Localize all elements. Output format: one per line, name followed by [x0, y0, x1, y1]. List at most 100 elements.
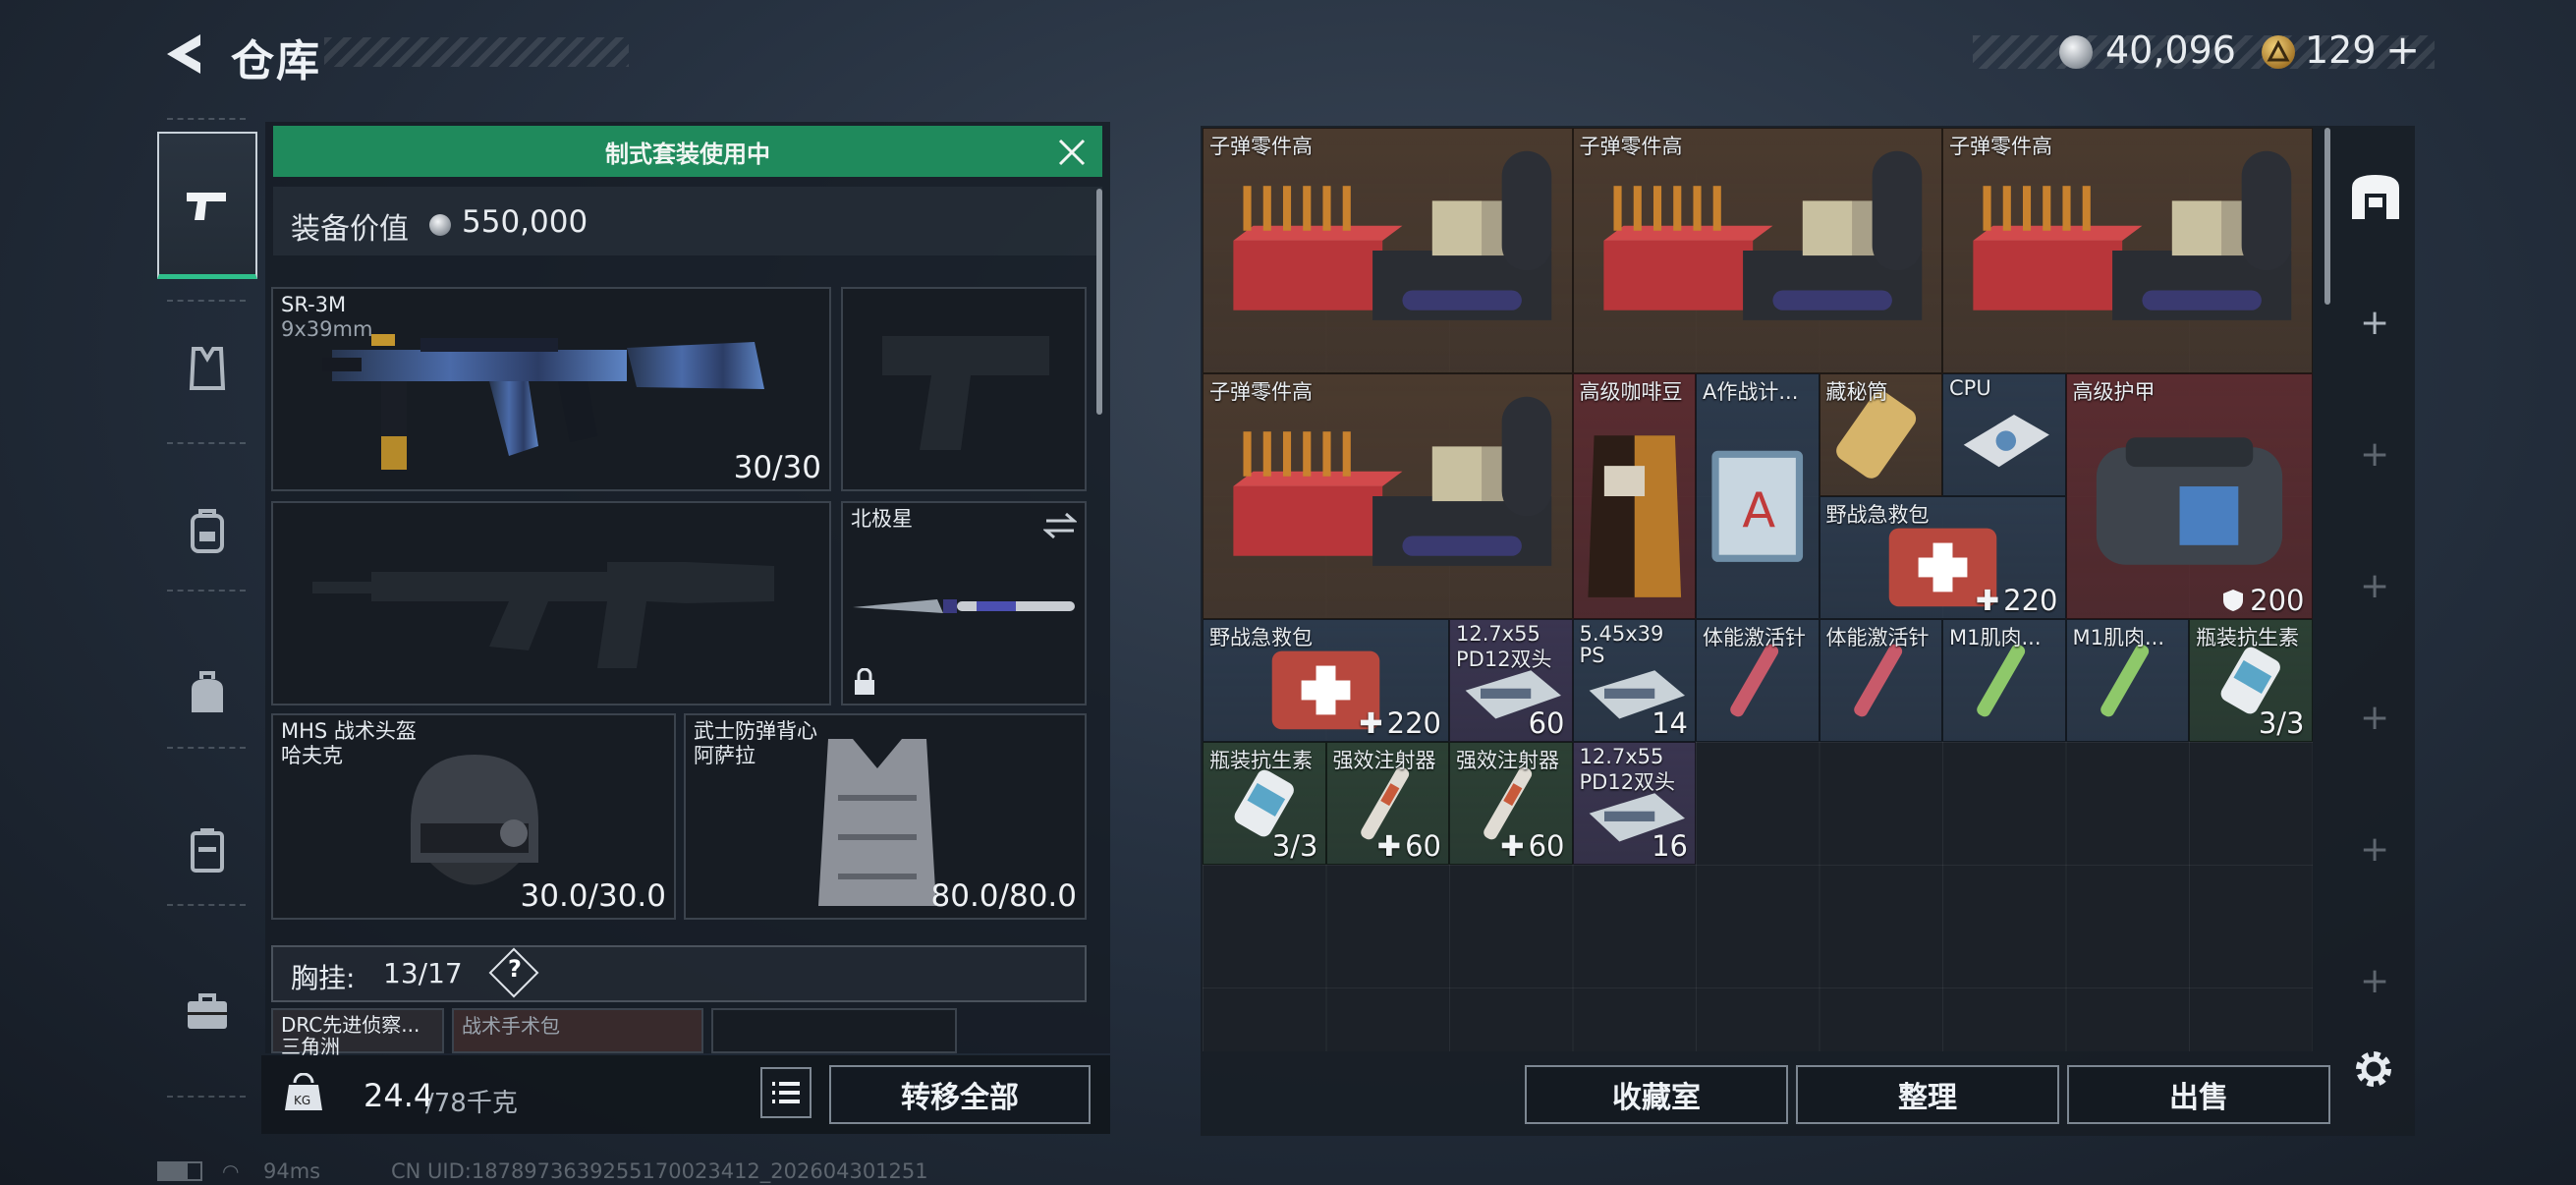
stash-item[interactable]: 强效注射器 ✚ 60 — [1449, 742, 1573, 865]
tab-bag[interactable] — [157, 619, 257, 766]
stash-item[interactable]: 高级咖啡豆 — [1572, 373, 1696, 619]
plus-icon: ✚ — [1359, 706, 1383, 740]
primary-weapon-slot[interactable]: SR-3M 9x39mm 30/30 — [271, 287, 831, 491]
stash-item[interactable]: M1肌肉... — [1942, 619, 2066, 742]
stash-item[interactable]: 强效注射器 ✚ 60 — [1325, 742, 1449, 865]
loadout-scrollbar[interactable] — [1096, 189, 1102, 415]
stash-item-name: 子弹零件高 — [1949, 135, 2052, 158]
add-page-button-3[interactable]: + — [2360, 566, 2389, 606]
stash-item-value: ✚ 60 — [1377, 829, 1441, 863]
tab-armor[interactable] — [157, 295, 257, 442]
primary-weapon-slot-2[interactable] — [271, 501, 831, 705]
stash-item-value: ✚ 220 — [1359, 706, 1441, 740]
stash-item[interactable]: 体能激活针 — [1819, 619, 1942, 742]
stash-item-name: 强效注射器 — [1332, 749, 1436, 772]
stash-item[interactable]: 藏秘筒 — [1819, 373, 1942, 496]
close-banner-button[interactable] — [1055, 136, 1089, 169]
stash-item-name: 强效注射器 — [1456, 749, 1559, 772]
stash-item-value-text: 200 — [2250, 584, 2305, 617]
stash-item-value: 60 — [1529, 706, 1565, 740]
stash-item-value: 3/3 — [1272, 829, 1318, 863]
stash-item-name: 5.45x39 — [1579, 622, 1664, 646]
stash-item-name: 子弹零件高 — [1209, 135, 1313, 158]
settings-button[interactable] — [2350, 1045, 2397, 1093]
armor-slot[interactable]: 武士防弹背心 阿萨拉 80.0/80.0 — [684, 713, 1087, 920]
stash-item-value-text: 3/3 — [2258, 706, 2305, 740]
bag-icon — [192, 671, 223, 712]
stash-item[interactable]: 高级护甲 200 — [2065, 373, 2313, 619]
stash-item-value: ✚ 60 — [1500, 829, 1564, 863]
add-page-button-6[interactable]: + — [2360, 961, 2389, 1001]
stash-item[interactable]: 瓶装抗生素 3/3 — [1203, 742, 1326, 865]
stash-item-name: 12.7x55 — [1579, 745, 1664, 768]
stash-item[interactable]: 12.7x55 PD12双头 16 — [1572, 742, 1696, 865]
armor-durability: 80.0/80.0 — [930, 878, 1078, 914]
bag-slot-3[interactable] — [711, 1008, 957, 1053]
plus-icon: ✚ — [1500, 829, 1525, 863]
stash-item-value: 3/3 — [2259, 706, 2305, 740]
add-page-button-4[interactable]: + — [2360, 698, 2389, 738]
list-view-button[interactable] — [760, 1067, 812, 1118]
battery-icon — [157, 1161, 202, 1181]
helmet-slot[interactable]: MHS 战术头盔 哈夫克 30.0/30.0 — [271, 713, 676, 920]
stash-item-name: M1肌肉... — [1949, 626, 2042, 649]
uid-text: CN UID:1878973639255170023412_2026043012… — [391, 1159, 928, 1183]
organize-button[interactable]: 整理 — [1796, 1065, 2059, 1124]
helmet-durability: 30.0/30.0 — [520, 878, 667, 914]
current-weight: 24.4 — [364, 1077, 434, 1114]
tab-container[interactable] — [157, 776, 257, 924]
bag-slot-2[interactable]: 战术手术包 — [452, 1008, 703, 1053]
stash-item[interactable]: 5.45x39 PS 14 — [1572, 619, 1696, 742]
rifle-image — [322, 334, 764, 470]
stash-item[interactable]: M1肌肉... — [2065, 619, 2189, 742]
tab-backpack[interactable] — [157, 457, 257, 604]
tab-case[interactable] — [157, 938, 257, 1086]
sell-button[interactable]: 出售 — [2067, 1065, 2330, 1124]
secondary-weapon-slot[interactable] — [841, 287, 1087, 491]
list-icon — [772, 1082, 800, 1103]
melee-slot[interactable]: 北极星 — [841, 501, 1087, 705]
vest-icon — [189, 347, 226, 390]
add-token-button[interactable]: + — [2385, 26, 2420, 74]
tab-weapons[interactable] — [157, 132, 257, 279]
add-page-button-5[interactable]: + — [2360, 829, 2389, 870]
crate-item-image — [1574, 129, 1942, 372]
bag-slot-1[interactable]: DRC先进侦察... 三角洲 — [271, 1008, 444, 1057]
stash-item-name: 高级护甲 — [2072, 380, 2156, 404]
close-icon — [1058, 139, 1086, 166]
stash-item[interactable]: 子弹零件高 — [1203, 128, 1573, 373]
stash-item[interactable]: 瓶装抗生素 3/3 — [2189, 619, 2313, 742]
stash-item-value-text: 220 — [1386, 706, 1441, 740]
stash-scrollbar[interactable] — [2324, 128, 2330, 305]
stash-item[interactable]: A A作战计... — [1696, 373, 1820, 619]
loadout-value-label: 装备价值 — [291, 212, 409, 247]
collection-room-button[interactable]: 收藏室 — [1525, 1065, 1788, 1124]
stash-item-value-text: 60 — [1405, 829, 1441, 863]
lock-icon — [855, 668, 874, 695]
swap-icon[interactable] — [1043, 511, 1077, 540]
stash-item[interactable]: 野战急救包 ✚ 220 — [1203, 619, 1449, 742]
armor-brand: 阿萨拉 — [694, 744, 756, 767]
stash-item-name: CPU — [1949, 376, 1991, 400]
stash-item-name: 瓶装抗生素 — [2196, 626, 2299, 649]
transfer-all-button[interactable]: 转移全部 — [829, 1065, 1091, 1124]
svg-text:A: A — [1742, 481, 1775, 538]
loadout-value: 550,000 — [462, 204, 588, 240]
stash-item[interactable]: 子弹零件高 — [1942, 128, 2313, 373]
stash-item-value-text: 60 — [1528, 706, 1565, 740]
back-button[interactable] — [157, 29, 208, 79]
stash-page-1[interactable] — [2344, 157, 2407, 236]
stash-item[interactable]: 12.7x55 PD12双头 60 — [1449, 619, 1573, 742]
stash-item[interactable]: 体能激活针 — [1696, 619, 1820, 742]
add-page-button-1[interactable]: + — [2360, 303, 2389, 343]
stash-item[interactable]: CPU — [1942, 373, 2066, 496]
weight-icon: KG — [285, 1072, 322, 1112]
stash-item[interactable]: 子弹零件高 — [1203, 373, 1573, 619]
stash-item[interactable]: 子弹零件高 — [1572, 128, 1942, 373]
briefcase-icon — [188, 993, 227, 1029]
coin-icon-small — [429, 214, 451, 236]
stash-item-name: A作战计... — [1703, 380, 1799, 404]
stash-item[interactable]: 野战急救包 ✚ 220 — [1819, 496, 2066, 619]
add-page-button-2[interactable]: + — [2360, 434, 2389, 475]
stash-item-name: 子弹零件高 — [1579, 135, 1683, 158]
